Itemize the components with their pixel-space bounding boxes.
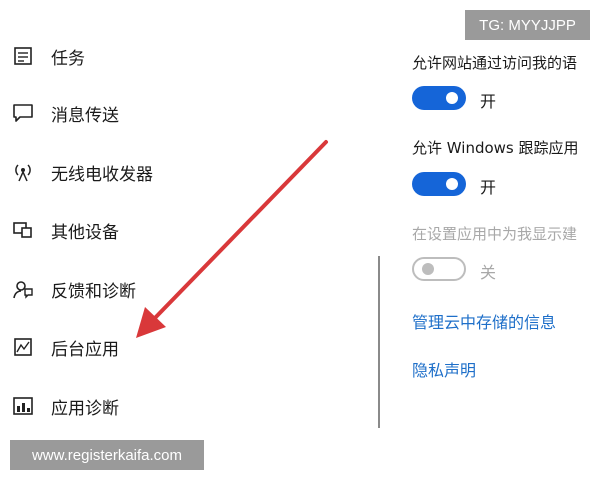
sidebar-item-label: 其他设备 [51,222,119,243]
settings-sidebar: 任务 消息传送 无线电收发器 其他设备 反馈和诊断 后台应用 应用诊断 [0,0,360,480]
websites-access-label: 允许网站通过访问我的语 [412,54,578,72]
toggle-knob [422,263,434,275]
suggested-content-label: 在设置应用中为我显示建 [412,225,578,243]
background-apps-icon [12,336,34,358]
sidebar-item-other-devices[interactable]: 其他设备 [12,215,119,245]
windows-tracking-label: 允许 Windows 跟踪应用 [412,139,579,157]
websites-access-state: 开 [480,92,497,111]
windows-tracking-state: 开 [480,178,497,197]
sidebar-item-tasks[interactable]: 任务 [12,41,85,71]
sidebar-item-label: 后台应用 [51,339,119,360]
sidebar-item-radios[interactable]: 无线电收发器 [12,157,153,187]
websites-access-toggle[interactable] [412,86,466,110]
sidebar-item-label: 应用诊断 [51,398,119,419]
sidebar-item-background-apps[interactable]: 后台应用 [12,332,119,362]
sidebar-item-label: 无线电收发器 [51,164,153,185]
toggle-knob [446,92,458,104]
toggle-knob [446,178,458,190]
sidebar-item-label: 消息传送 [51,105,119,126]
settings-content: 允许网站通过访问我的语 开 允许 Windows 跟踪应用 开 在设置应用中为我… [412,0,600,480]
suggested-content-state: 关 [480,263,497,282]
suggested-content-toggle[interactable] [412,257,466,281]
manage-cloud-info-link[interactable]: 管理云中存储的信息 [412,309,556,333]
scrollbar-divider [378,256,380,428]
message-icon [12,102,34,124]
sidebar-item-label: 反馈和诊断 [51,281,136,302]
windows-tracking-toggle[interactable] [412,172,466,196]
sidebar-item-app-diagnostics[interactable]: 应用诊断 [12,391,119,421]
app-diagnostics-icon [12,395,34,417]
radio-icon [12,161,34,183]
feedback-icon [12,278,34,300]
sidebar-item-feedback[interactable]: 反馈和诊断 [12,274,136,304]
sidebar-item-messaging[interactable]: 消息传送 [12,98,119,128]
devices-icon [12,219,34,241]
watermark-url: www.registerkaifa.com [10,440,204,470]
watermark-tg: TG: MYYJJPP [465,10,590,40]
privacy-statement-link[interactable]: 隐私声明 [412,357,476,381]
task-icon [12,45,34,67]
sidebar-item-label: 任务 [51,48,85,69]
